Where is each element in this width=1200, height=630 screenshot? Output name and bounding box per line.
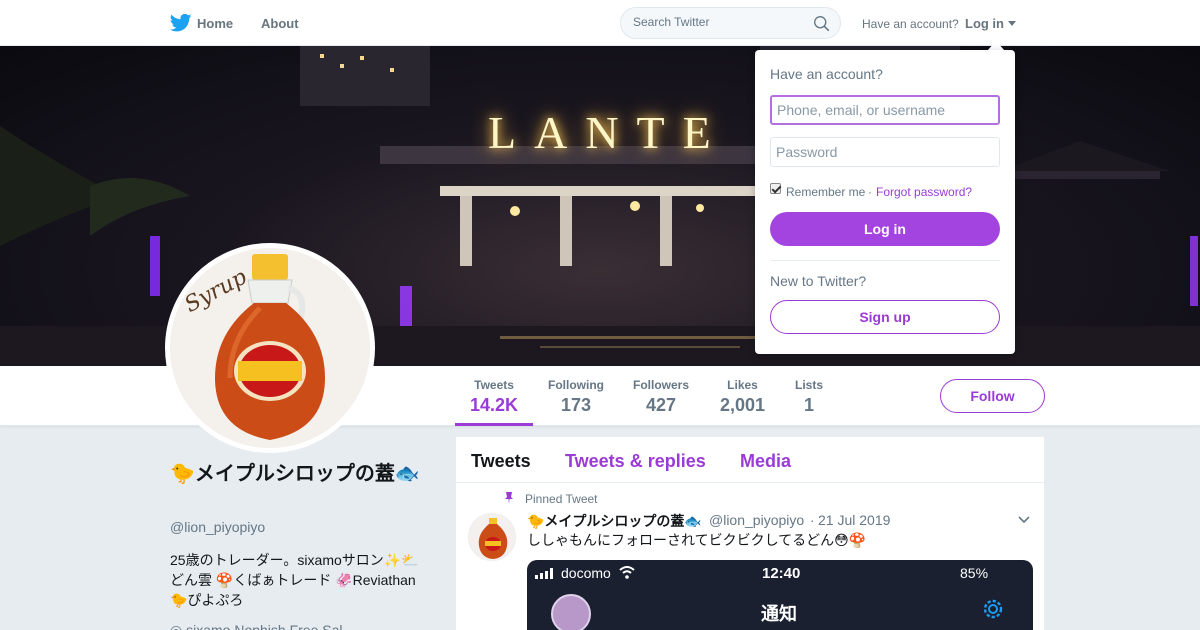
signup-button[interactable]: Sign up <box>770 300 1000 334</box>
caret-down-icon[interactable] <box>1008 21 1016 26</box>
dropdown-title: Have an account? <box>770 66 883 82</box>
stat-tweets[interactable]: Tweets 14.2K <box>470 378 518 416</box>
username-field[interactable] <box>770 95 1000 125</box>
new-to-twitter-text: New to Twitter? <box>770 273 867 289</box>
banner-sign-text: LANTE <box>488 107 729 158</box>
stat-label: Tweets <box>474 378 514 392</box>
password-field[interactable] <box>770 137 1000 167</box>
have-account-text: Have an account? <box>862 17 959 31</box>
stat-label: Following <box>548 378 604 392</box>
phone-avatar <box>551 594 591 630</box>
tweet-date[interactable]: 21 Jul 2019 <box>818 512 890 528</box>
tab-tweets-replies[interactable]: Tweets & replies <box>565 451 706 472</box>
pinned-tweet-label: Pinned Tweet <box>525 492 598 506</box>
profile-avatar[interactable]: Syrup <box>165 243 375 453</box>
phone-screen-title: 通知 <box>761 604 797 624</box>
stat-lists[interactable]: Lists 1 <box>795 378 823 416</box>
login-dropdown-toggle[interactable]: Log in <box>965 16 1004 31</box>
tweet-separator: · <box>810 512 815 528</box>
tweet-media-image[interactable]: docomo 12:40 85% 通知 <box>527 560 1033 630</box>
profile-name: 🐤メイプルシロップの蓋🐟 <box>170 463 420 485</box>
tweet-author-handle[interactable]: @lion_piyopiyo <box>709 512 804 528</box>
wifi-icon <box>619 566 635 579</box>
search-input[interactable] <box>633 15 803 29</box>
nav-home-link[interactable]: Home <box>197 16 233 31</box>
stat-value: 427 <box>645 395 677 415</box>
nav-about-link[interactable]: About <box>261 16 299 31</box>
gear-icon <box>983 599 1003 619</box>
stat-followers[interactable]: Followers 427 <box>633 378 689 416</box>
top-navigation: Home About Have an account? Log in <box>0 0 1200 46</box>
tweet-author-name[interactable]: 🐤メイプルシロップの蓋🐟 <box>527 511 702 531</box>
phone-time: 12:40 <box>762 565 801 582</box>
signal-icon <box>535 568 553 579</box>
remember-me-checkbox[interactable] <box>770 183 781 194</box>
follow-button[interactable]: Follow <box>940 379 1045 413</box>
remember-me-label[interactable]: Remember me <box>786 185 865 199</box>
search-box[interactable] <box>620 7 841 39</box>
tab-tweets[interactable]: Tweets <box>471 451 531 472</box>
timeline-tabs: Tweets Tweets & replies Media <box>456 437 1044 483</box>
stat-value: 173 <box>560 395 592 415</box>
tweet-author-avatar[interactable] <box>468 513 516 561</box>
stat-value: 1 <box>804 395 815 415</box>
pin-icon <box>505 492 513 504</box>
login-button[interactable]: Log in <box>770 212 1000 246</box>
stat-label: Lists <box>795 378 824 392</box>
timeline: Tweets Tweets & replies Media Pinned Twe… <box>456 437 1044 630</box>
stat-value: 14.2K <box>470 395 519 415</box>
profile-handle[interactable]: @lion_piyopiyo <box>170 519 265 535</box>
profile-location: ◎ sixamo Nophish Free Sal <box>170 622 343 630</box>
chevron-down-icon[interactable] <box>1018 515 1030 525</box>
stat-label: Likes <box>727 378 758 392</box>
stat-value: 2,001 <box>720 395 766 415</box>
dropdown-divider <box>770 260 1000 261</box>
forgot-password-link[interactable]: Forgot password? <box>876 185 972 199</box>
phone-carrier: docomo <box>561 565 611 581</box>
stat-following[interactable]: Following 173 <box>548 378 604 416</box>
tab-media[interactable]: Media <box>740 451 791 472</box>
twitter-bird-icon[interactable] <box>170 13 192 33</box>
dropdown-separator: · <box>868 185 872 199</box>
maple-syrup-bottle-image: Syrup <box>170 248 370 448</box>
active-stat-indicator <box>455 423 533 426</box>
profile-bio: 25歳のトレーダー。sixamoサロン✨⛅どん雲 🍄くばぁトレード 🦑Revia… <box>170 552 419 608</box>
search-icon[interactable] <box>813 15 830 32</box>
tweet-text: ししゃもんにフォローされてビクビクしてるどん😳🍄 <box>527 532 867 548</box>
stat-label: Followers <box>633 378 690 392</box>
phone-battery: 85% <box>960 565 989 581</box>
login-dropdown: Have an account? Remember me · Forgot pa… <box>755 50 1015 354</box>
stat-likes[interactable]: Likes 2,001 <box>720 378 765 416</box>
